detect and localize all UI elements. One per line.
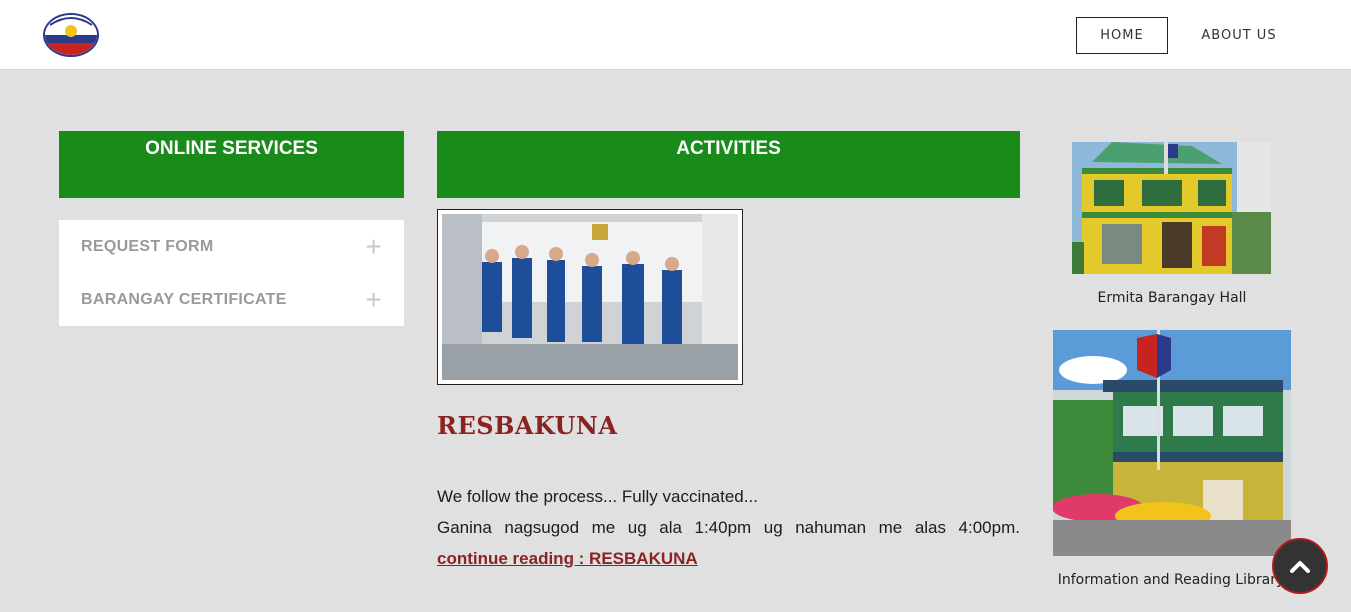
online-services-heading: ONLINE SERVICES — [59, 131, 404, 198]
barangay-hall-caption: Ermita Barangay Hall — [1097, 290, 1247, 306]
activity-photo[interactable] — [437, 209, 743, 385]
service-barangay-certificate[interactable]: BARANGAY CERTIFICATE + — [59, 273, 404, 326]
service-label: REQUEST FORM — [81, 237, 214, 255]
site-header: HOME ABOUT US — [0, 0, 1351, 70]
chevron-up-icon — [1290, 561, 1310, 573]
scroll-to-top-button[interactable] — [1272, 538, 1328, 594]
activity-title[interactable]: RESBAKUNA — [437, 411, 617, 440]
excerpt-line-2: Ganina nagsugod me ug ala 1:40pm ug nahu… — [437, 518, 1020, 537]
continue-reading-link[interactable]: continue reading : RESBAKUNA — [437, 549, 698, 568]
nav-about-us[interactable]: ABOUT US — [1190, 17, 1288, 54]
barangay-hall-photo[interactable] — [1072, 142, 1271, 274]
nav-home[interactable]: HOME — [1076, 17, 1168, 54]
online-services-list: REQUEST FORM + BARANGAY CERTIFICATE + — [59, 220, 404, 326]
reading-library-photo[interactable] — [1052, 330, 1291, 556]
reading-library-caption: Information and Reading Library — [1057, 572, 1285, 588]
plus-icon[interactable]: + — [365, 233, 382, 261]
service-label: BARANGAY CERTIFICATE — [81, 290, 287, 308]
plus-icon[interactable]: + — [365, 286, 382, 314]
activities-heading: ACTIVITIES — [437, 131, 1020, 198]
activity-excerpt: We follow the process... Fully vaccinate… — [437, 481, 1020, 574]
excerpt-line-1: We follow the process... Fully vaccinate… — [437, 487, 758, 506]
barangay-seal-logo[interactable] — [43, 13, 99, 57]
service-request-form[interactable]: REQUEST FORM + — [59, 220, 404, 273]
